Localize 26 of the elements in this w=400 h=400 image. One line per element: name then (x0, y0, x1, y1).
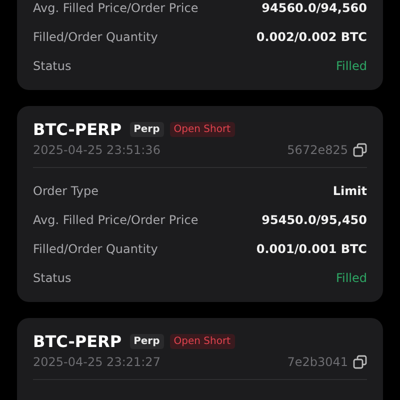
side-tag: Open Short (170, 122, 234, 136)
field-value: Filled (336, 58, 367, 72)
copy-icon[interactable] (353, 355, 367, 369)
field-label: Status (33, 58, 72, 72)
field-label: Avg. Filled Price/Order Price (33, 0, 198, 14)
field-value: Limit (332, 184, 367, 198)
field-value: Filled (336, 270, 367, 284)
field-value: 0.001/0.001 BTC (256, 242, 367, 256)
field-label: Order Type (33, 184, 98, 198)
order-id: 7e2b3041 (287, 355, 348, 369)
order-time: 2025-04-25 23:51:36 (33, 143, 162, 157)
order-id: 5672e825 (287, 143, 348, 157)
field-value: 0.002/0.002 BTC (256, 30, 367, 44)
copy-icon[interactable] (353, 143, 367, 157)
field-label: Status (33, 270, 72, 284)
side-tag: Open Short (170, 334, 234, 348)
type-tag: Perp (130, 334, 164, 348)
field-label: Avg. Filled Price/Order Price (33, 212, 198, 226)
symbol-title: BTC-PERP (33, 332, 122, 350)
type-tag: Perp (130, 122, 164, 136)
field-value: 95450.0/95,450 (262, 212, 367, 226)
field-label: Filled/Order Quantity (33, 242, 158, 256)
field-value: 94560.0/94,560 (262, 0, 367, 14)
field-label: Filled/Order Quantity (33, 30, 158, 44)
symbol-title: BTC-PERP (33, 120, 122, 138)
order-time: 2025-04-25 23:21:27 (33, 355, 162, 369)
